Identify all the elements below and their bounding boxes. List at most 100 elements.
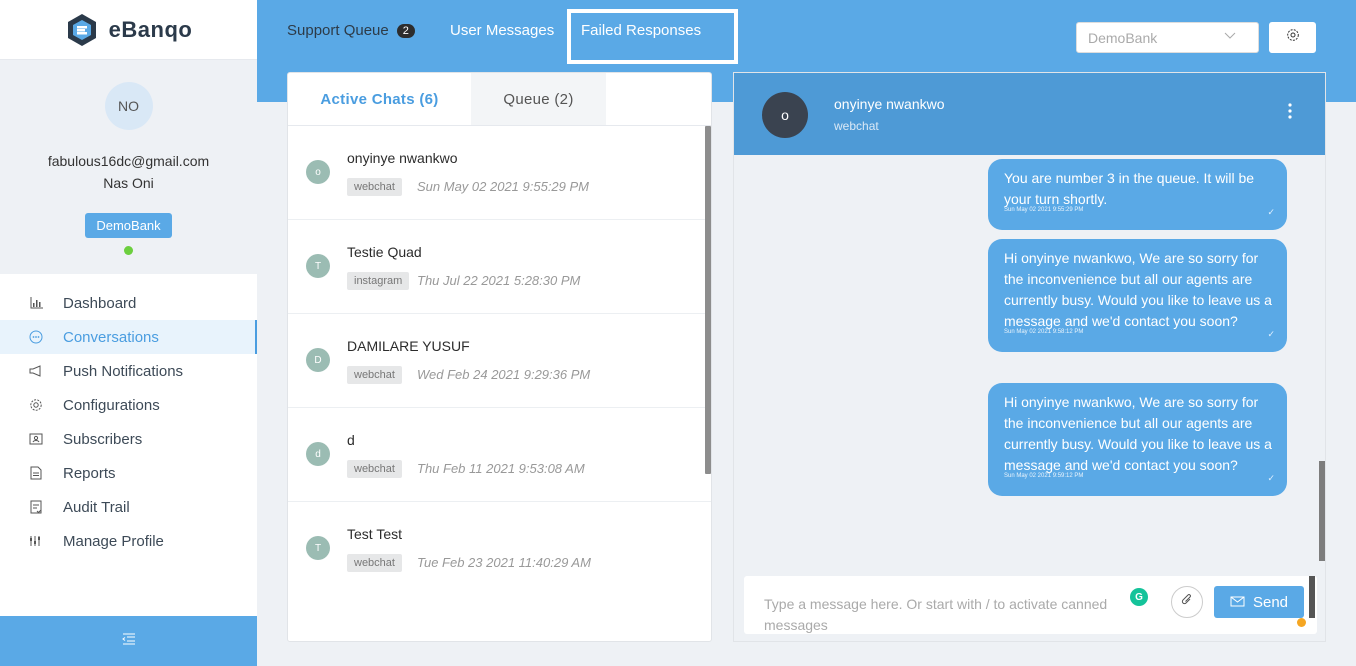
sidebar-item-push-notifications[interactable]: Push Notifications <box>0 354 257 388</box>
bar-chart-icon <box>29 296 43 310</box>
channel-badge: webchat <box>347 178 402 196</box>
channel-badge: webchat <box>347 460 402 478</box>
message-timestamp: Sun May 02 2021 9:58:12 PM <box>1004 329 1084 335</box>
gear-icon <box>29 398 43 412</box>
chat-list-item[interactable]: T Test Test webchat Tue Feb 23 2021 11:4… <box>288 502 711 596</box>
tab-label: Failed Responses <box>581 22 702 39</box>
megaphone-icon <box>29 364 43 378</box>
bank-badge: DemoBank <box>85 213 172 238</box>
chat-list-tabs: Active Chats (6) Queue (2) <box>288 73 711 126</box>
grammarly-icon[interactable]: G <box>1130 588 1148 606</box>
chat-timestamp: Tue Feb 23 2021 11:40:29 AM <box>417 555 591 570</box>
chat-name: Testie Quad <box>347 244 422 260</box>
chat-timestamp: Sun May 02 2021 9:55:29 PM <box>417 179 590 194</box>
sliders-icon <box>29 534 43 548</box>
chat-timestamp: Thu Feb 11 2021 9:53:08 AM <box>417 461 585 476</box>
contact-card-icon <box>29 432 43 446</box>
chat-avatar: o <box>306 160 330 184</box>
sidebar-item-audit-trail[interactable]: Audit Trail <box>0 490 257 524</box>
chat-list-item[interactable]: d d webchat Thu Feb 11 2021 9:53:08 AM <box>288 408 711 502</box>
tab-user-messages[interactable]: User Messages <box>450 22 554 39</box>
conversation-header: o onyinye nwankwo webchat <box>734 73 1325 155</box>
attach-button[interactable] <box>1171 586 1203 618</box>
settings-button[interactable] <box>1269 22 1316 53</box>
sidebar-item-manage-profile[interactable]: Manage Profile <box>0 524 257 558</box>
document-icon <box>29 466 43 480</box>
channel-badge: webchat <box>347 366 402 384</box>
support-queue-count-badge: 2 <box>396 23 415 38</box>
message-composer: Type a message here. Or start with / to … <box>744 576 1317 634</box>
tab-active-chats[interactable]: Active Chats (6) <box>288 73 471 125</box>
sidebar-item-label: Subscribers <box>63 430 143 448</box>
menu-collapse-icon <box>121 632 136 650</box>
message-bubble: Hi onyinye nwankwo, We are so sorry for … <box>988 383 1287 496</box>
chat-list-panel: Active Chats (6) Queue (2) o onyinye nwa… <box>287 72 712 642</box>
bank-select[interactable]: DemoBank <box>1076 22 1259 53</box>
send-button[interactable]: Send <box>1214 586 1304 618</box>
sidebar-nav: Dashboard Conversations Push Notificatio… <box>0 286 257 558</box>
message-text: Hi onyinye nwankwo, We are so sorry for … <box>1004 250 1272 329</box>
mail-icon <box>1230 594 1245 611</box>
profile-email: fabulous16dc@gmail.com <box>47 153 210 169</box>
check-icon: ✓ <box>1267 207 1275 217</box>
chat-avatar: D <box>306 348 330 372</box>
paperclip-icon <box>1181 593 1193 612</box>
channel-badge: instagram <box>347 272 410 290</box>
send-label: Send <box>1252 593 1289 611</box>
logo-bar: eBanqo <box>0 0 257 60</box>
chat-avatar: T <box>306 254 330 278</box>
tab-failed-responses[interactable]: Failed Responses <box>581 22 701 39</box>
message-timestamp: Sun May 02 2021 9:59:12 PM <box>1004 473 1084 479</box>
profile-card: NO fabulous16dc@gmail.com Nas Oni DemoBa… <box>0 60 257 274</box>
sidebar-item-label: Manage Profile <box>63 532 164 550</box>
sidebar-item-dashboard[interactable]: Dashboard <box>0 286 257 320</box>
sidebar-item-reports[interactable]: Reports <box>0 456 257 490</box>
conversation-contact-name: onyinye nwankwo <box>834 96 945 112</box>
chat-bubble-icon <box>29 330 43 344</box>
tab-label: User Messages <box>450 22 555 39</box>
checklist-icon <box>29 500 43 514</box>
tab-label: Support Queue <box>287 22 389 39</box>
sidebar-item-subscribers[interactable]: Subscribers <box>0 422 257 456</box>
channel-badge: webchat <box>347 554 402 572</box>
message-input[interactable]: Type a message here. Or start with / to … <box>764 594 1154 636</box>
chat-name: DAMILARE YUSUF <box>347 338 470 354</box>
more-options-icon[interactable] <box>1288 103 1292 119</box>
conversation-channel: webchat <box>834 119 879 133</box>
chat-timestamp: Wed Feb 24 2021 9:29:36 PM <box>417 367 591 382</box>
collapse-sidebar-button[interactable] <box>0 616 257 666</box>
sidebar-item-label: Push Notifications <box>63 362 184 380</box>
composer-scrollbar[interactable] <box>1309 576 1315 618</box>
sidebar-item-label: Dashboard <box>63 294 137 312</box>
message-timestamp: Sun May 02 2021 9:55:29 PM <box>1004 207 1084 213</box>
avatar[interactable]: NO <box>104 82 153 130</box>
chat-list-item[interactable]: T Testie Quad instagram Thu Jul 22 2021 … <box>288 220 711 314</box>
chat-timestamp: Thu Jul 22 2021 5:28:30 PM <box>417 273 581 288</box>
chat-name: Test Test <box>347 526 402 542</box>
sidebar-item-conversations[interactable]: Conversations <box>0 320 257 354</box>
conversation-scrollbar[interactable] <box>1319 461 1325 561</box>
tab-support-queue[interactable]: Support Queue 2 <box>287 22 415 39</box>
sidebar-item-label: Audit Trail <box>63 498 130 516</box>
chat-list-item[interactable]: o onyinye nwankwo webchat Sun May 02 202… <box>288 126 711 220</box>
check-icon: ✓ <box>1267 329 1275 339</box>
conversation-panel: o onyinye nwankwo webchat You are number… <box>733 72 1326 642</box>
sidebar-item-label: Reports <box>63 464 116 482</box>
conversation-avatar: o <box>762 92 808 138</box>
notification-dot <box>1297 618 1306 627</box>
message-bubble: You are number 3 in the queue. It will b… <box>988 159 1287 230</box>
chat-list-item[interactable]: D DAMILARE YUSUF webchat Wed Feb 24 2021… <box>288 314 711 408</box>
bank-select-value: DemoBank <box>1088 29 1158 46</box>
ebanqo-logo-icon <box>65 13 99 47</box>
sidebar: eBanqo NO fabulous16dc@gmail.com Nas Oni… <box>0 0 257 666</box>
sidebar-item-label: Configurations <box>63 396 160 414</box>
chat-list-scrollbar[interactable] <box>705 126 711 474</box>
chat-name: d <box>347 432 355 448</box>
online-status-indicator <box>124 246 133 255</box>
sidebar-item-label: Conversations <box>63 328 159 346</box>
chat-name: onyinye nwankwo <box>347 150 458 166</box>
tab-queue[interactable]: Queue (2) <box>471 73 606 125</box>
profile-name: Nas Oni <box>103 175 154 191</box>
gear-icon <box>1286 28 1300 47</box>
sidebar-item-configurations[interactable]: Configurations <box>0 388 257 422</box>
